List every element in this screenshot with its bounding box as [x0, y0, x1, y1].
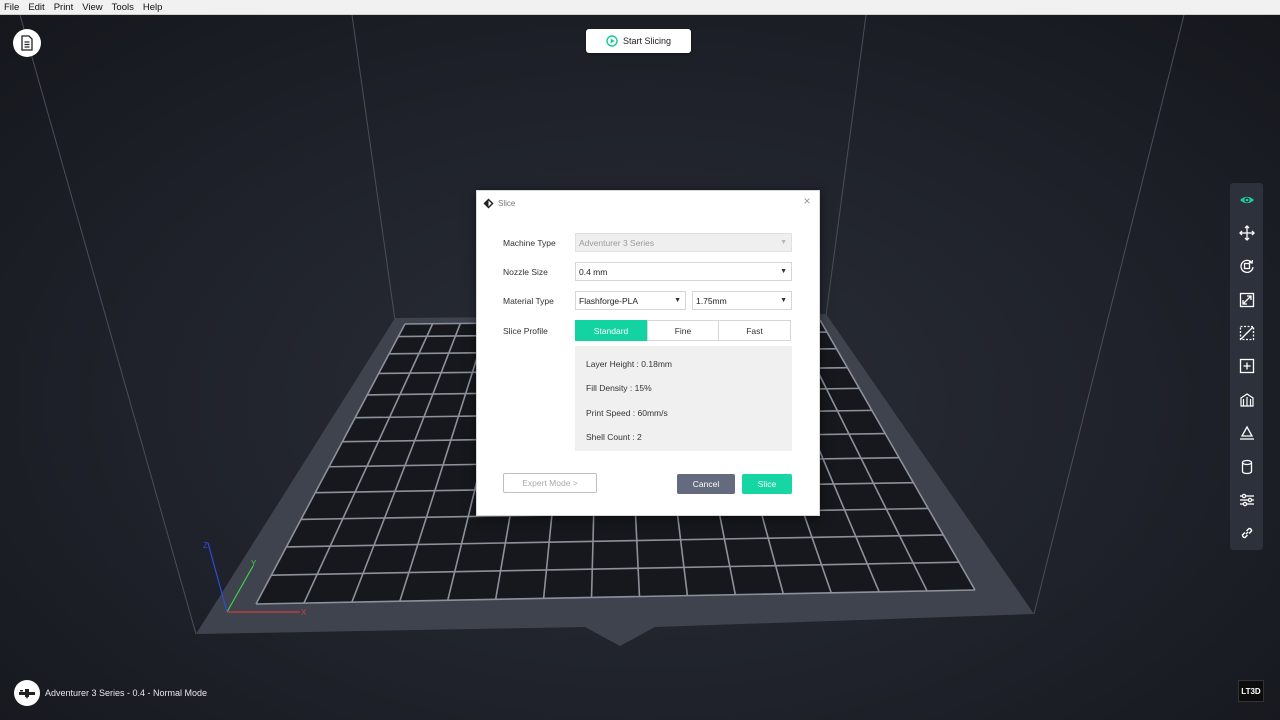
flashprint-logo-icon [483, 198, 494, 208]
dialog-title: Slice [498, 198, 516, 208]
printer-icon [19, 689, 35, 699]
scale-tool[interactable] [1230, 283, 1263, 316]
brand-badge: LT3D [1238, 680, 1264, 702]
cylinder-icon [1241, 459, 1252, 474]
rotate-tool[interactable] [1230, 250, 1263, 283]
menu-help[interactable]: Help [143, 2, 163, 13]
cancel-button[interactable]: Cancel [677, 474, 735, 494]
z-axis-label: Z [203, 541, 208, 550]
menu-tools[interactable]: Tools [112, 2, 134, 13]
document-button[interactable] [13, 29, 41, 57]
status-bar: Adventurer 3 Series - 0.4 - Normal Mode [14, 680, 207, 706]
link-icon [1241, 528, 1252, 539]
chevron-down-icon: ▼ [674, 297, 681, 304]
lay-flat-icon [1239, 425, 1254, 440]
add-model-tool[interactable] [1230, 350, 1263, 383]
dialog-close-button[interactable]: × [800, 194, 814, 208]
support-icon [1239, 393, 1254, 407]
move-tool[interactable] [1230, 216, 1263, 249]
cylinder-tool[interactable] [1230, 450, 1263, 483]
right-toolbar [1230, 183, 1263, 550]
eye-icon [1239, 196, 1254, 203]
lay-flat-tool[interactable] [1230, 417, 1263, 450]
profile-standard-button[interactable]: Standard [575, 320, 647, 341]
x-axis-label: X [301, 608, 307, 617]
slice-button[interactable]: Slice [742, 474, 792, 494]
support-tool[interactable] [1230, 383, 1263, 416]
chevron-down-icon: ▼ [780, 268, 787, 275]
profile-fast-button[interactable]: Fast [718, 320, 791, 341]
material-type-value: Flashforge-PLA [579, 295, 639, 306]
link-tool[interactable] [1230, 517, 1263, 550]
dialog-title-bar: Slice [483, 195, 515, 211]
filament-diameter-select[interactable]: 1.75mm ▼ [692, 291, 792, 310]
settings-tool[interactable] [1230, 483, 1263, 516]
machine-status-text: Adventurer 3 Series - 0.4 - Normal Mode [45, 688, 208, 698]
nozzle-size-value: 0.4 mm [579, 266, 608, 277]
profile-fine-button[interactable]: Fine [647, 320, 719, 341]
material-type-select[interactable]: Flashforge-PLA ▼ [575, 291, 686, 310]
chevron-down-icon: ▼ [780, 297, 787, 304]
nozzle-size-select[interactable]: 0.4 mm ▼ [575, 262, 792, 281]
menu-view[interactable]: View [82, 2, 102, 13]
settings-sliders-icon [1239, 493, 1254, 507]
menu-file[interactable]: File [4, 2, 19, 13]
y-axis-label: Y [251, 559, 257, 568]
add-model-icon [1239, 359, 1254, 374]
printer-button[interactable] [14, 680, 40, 706]
play-icon [606, 35, 618, 47]
move-icon [1238, 225, 1255, 241]
start-slicing-button[interactable]: Start Slicing [586, 29, 691, 53]
slice-dialog: Slice × [476, 190, 820, 516]
view-tool[interactable] [1230, 183, 1263, 216]
menu-bar: File Edit Print View Tools Help [0, 0, 1280, 15]
scale-icon [1239, 292, 1254, 307]
cut-tool[interactable] [1230, 316, 1263, 349]
start-slicing-label: Start Slicing [622, 36, 672, 46]
cut-icon [1239, 325, 1254, 341]
document-icon [21, 35, 33, 51]
menu-edit[interactable]: Edit [28, 2, 44, 13]
rotate-icon [1239, 260, 1254, 274]
expert-mode-button[interactable]: Expert Mode > [503, 473, 597, 493]
filament-diameter-value: 1.75mm [696, 295, 727, 306]
menu-print[interactable]: Print [54, 2, 74, 13]
